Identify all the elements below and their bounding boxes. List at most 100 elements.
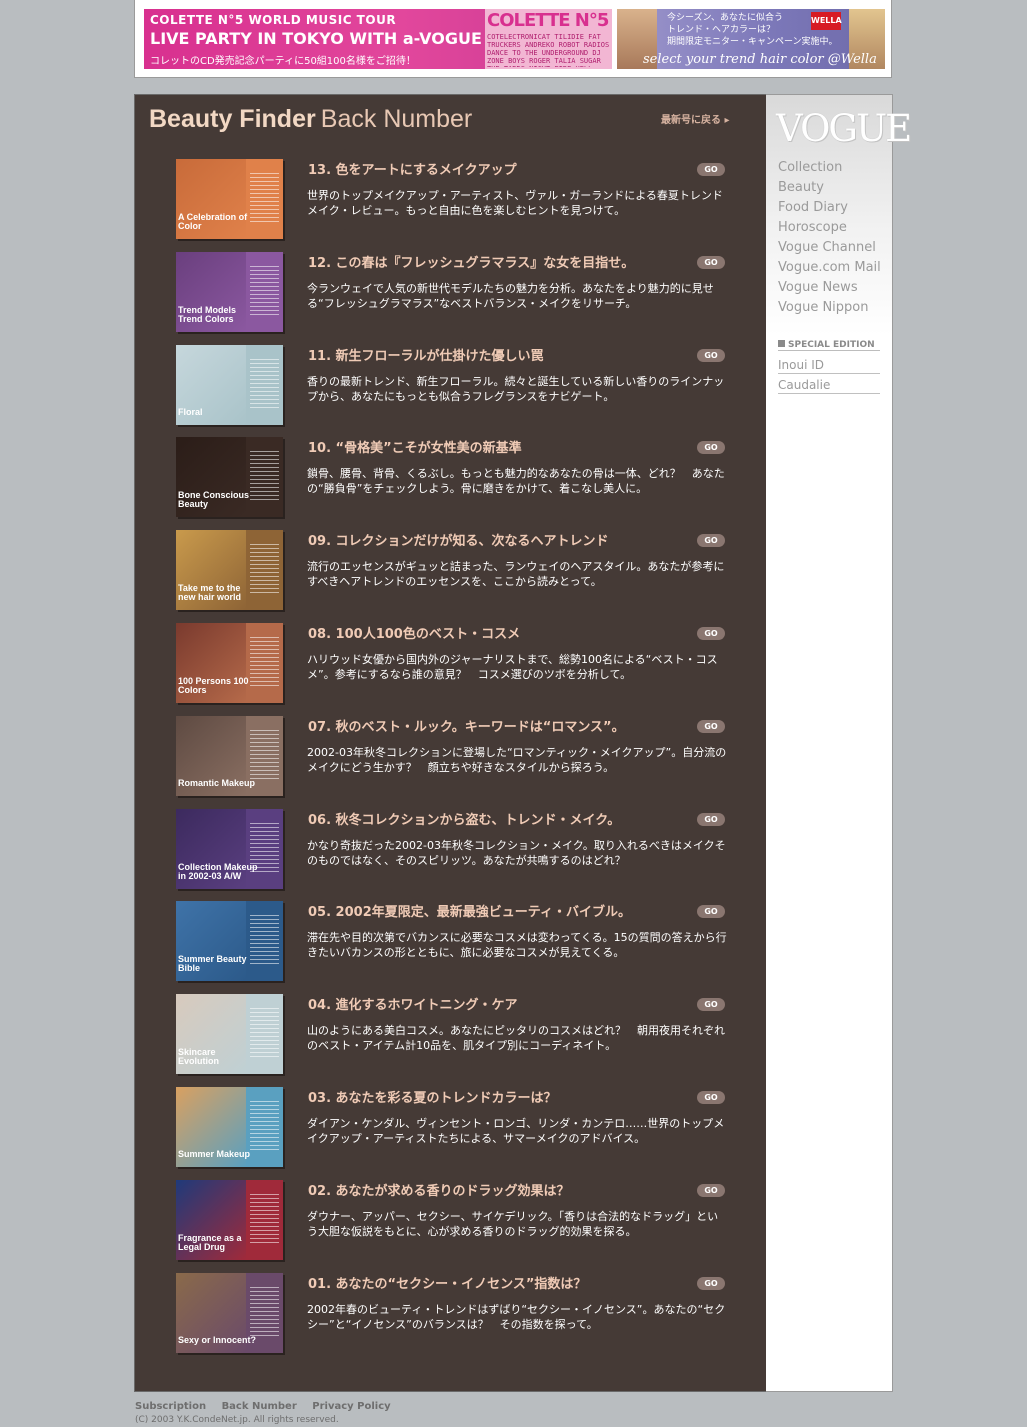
issue-title[interactable]: 01. あなたの“セクシー・イノセンス”指数は？ (308, 1273, 586, 1292)
colette-ad-banner[interactable]: COLETTE N°5 WORLD MUSIC TOUR LIVE PARTY … (144, 9, 612, 69)
footer-link-subscription[interactable]: Subscription (135, 1401, 206, 1412)
issue-thumbnail[interactable]: Sexy or Innocent? (176, 1273, 283, 1353)
issue-thumbnail[interactable]: Trend Models Trend Colors (176, 252, 283, 332)
go-button[interactable]: GO (697, 905, 725, 918)
issue-title[interactable]: 04. 進化するホワイトニング・ケア (308, 994, 518, 1013)
issue-thumbnail[interactable]: Skincare Evolution (176, 994, 283, 1074)
issue-description: 鎖骨、腰骨、背骨、くるぶし。もっとも魅力的なあなたの骨は一体、どれ？ あなたの“… (307, 467, 725, 495)
issue-thumbnail[interactable]: Fragrance as a Legal Drug (176, 1180, 283, 1260)
thumbnail-caption: A Celebration of Color (178, 212, 248, 231)
ad-line-2: LIVE PARTY IN TOKYO WITH a-VOGUE (150, 29, 482, 48)
issue-title[interactable]: 10. “骨格美”こそが女性美の新基準 (308, 437, 522, 456)
vogue-logo[interactable]: VOGUE (776, 107, 912, 150)
thumbnail-caption: Romantic Makeup (178, 778, 256, 788)
footer-link-privacy[interactable]: Privacy Policy (312, 1401, 390, 1412)
list-item: Summer Beauty Bible 05. 2002年夏限定、最新最強ビューテ… (135, 901, 766, 993)
sidebar-item-beauty[interactable]: Beauty (778, 180, 824, 195)
sidebar-item-collection[interactable]: Collection (778, 160, 842, 175)
thumbnail-text-lines (250, 730, 279, 780)
issue-description: かなり奇抜だった2002-03年秋冬コレクション・メイク。取り入れるべきはメイク… (307, 839, 726, 867)
sidebar-item-vogue-news[interactable]: Vogue News (778, 280, 858, 295)
thumbnail-caption: Floral (178, 407, 203, 417)
issue-thumbnail[interactable]: Take me to the new hair world (176, 530, 283, 610)
go-button[interactable]: GO (697, 441, 725, 454)
list-item: Skincare Evolution 04. 進化するホワイトニング・ケア GO 山の… (135, 994, 766, 1086)
sidebar-item-horoscope[interactable]: Horoscope (778, 220, 847, 235)
issue-title[interactable]: 03. あなたを彩る夏のトレンドカラーは？ (308, 1087, 557, 1106)
footer-link-back-number[interactable]: Back Number (222, 1401, 297, 1412)
issue-title[interactable]: 05. 2002年夏限定、最新最強ビューティ・バイブル。 (308, 901, 631, 920)
issue-title[interactable]: 06. 秋冬コレクションから盗む、トレンド・メイク。 (308, 809, 620, 828)
issue-thumbnail[interactable]: Bone Conscious Beauty (176, 437, 283, 517)
page-title-bold: Beauty Finder (149, 105, 316, 133)
sidebar-item-vogue-nippon[interactable]: Vogue Nippon (778, 300, 869, 315)
issue-thumbnail[interactable]: Summer Makeup (176, 1087, 283, 1167)
page-title-light: Back Number (320, 105, 473, 133)
issue-title[interactable]: 07. 秋のベスト・ルック。キーワードは“ロマンス”。 (308, 716, 625, 735)
issue-thumbnail[interactable]: Collection Makeup in 2002-03 A/W (176, 809, 283, 889)
sidebar-item-vogue-channel[interactable]: Vogue Channel (778, 240, 876, 255)
list-item: Trend Models Trend Colors 12. この春は『フレッシュグ… (135, 252, 766, 344)
list-item: 100 Persons 100 Colors 08. 100人100色のベスト・コ… (135, 623, 766, 715)
sidebar: VOGUE Collection Beauty Food Diary Horos… (766, 94, 912, 1392)
wella-ad-banner[interactable]: 今シーズン、あなたに似合う トレンド・ヘアカラーは？ 期間限定モニター・キャンペ… (617, 9, 885, 69)
list-item: Collection Makeup in 2002-03 A/W 06. 秋冬コレ… (135, 809, 766, 901)
sidebar-item-vogue-mail[interactable]: Vogue.com Mail (778, 260, 881, 275)
issue-thumbnail[interactable]: A Celebration of Color (176, 159, 283, 239)
thumbnail-caption: Take me to the new hair world (178, 583, 242, 602)
issue-thumbnail[interactable]: Summer Beauty Bible (176, 901, 283, 981)
go-button[interactable]: GO (697, 1184, 725, 1197)
go-button[interactable]: GO (697, 256, 725, 269)
go-button[interactable]: GO (697, 998, 725, 1011)
issue-title[interactable]: 11. 新生フローラルが仕掛けた優しい罠 (308, 345, 544, 364)
issue-description: ハリウッド女優から国内外のジャーナリストまで、総勢100名による“ベスト・コスメ… (307, 653, 718, 681)
issue-title[interactable]: 12. この春は『フレッシュグラマラス』な女を目指せ。 (308, 252, 634, 271)
issue-title[interactable]: 02. あなたが求める香りのドラッグ効果は？ (308, 1180, 570, 1199)
wella-tagline: select your trend hair color @Wella (643, 52, 877, 67)
issue-description: 2002年春のビューティ・トレンドはずばり“セクシー・イノセンス”。あなたの“セ… (307, 1303, 726, 1331)
issue-thumbnail[interactable]: Romantic Makeup (176, 716, 283, 796)
list-item: Take me to the new hair world 09. コレクションだ… (135, 530, 766, 622)
go-button[interactable]: GO (697, 720, 725, 733)
back-to-latest-link[interactable]: 最新号に戻る ▸ (661, 111, 730, 126)
issue-description: ダイアン・ケンダル、ヴィンセント・ロンゴ、リンダ・カンテロ……世界のトップメイク… (307, 1117, 725, 1145)
list-item: Floral 11. 新生フローラルが仕掛けた優しい罠 GO 香りの最新トレンド、新生… (135, 345, 766, 437)
list-item: Bone Conscious Beauty 10. “骨格美”こそが女性美の新基準… (135, 437, 766, 529)
go-button[interactable]: GO (697, 1277, 725, 1290)
special-item-inoui-id[interactable]: Inoui ID (778, 358, 880, 374)
go-button[interactable]: GO (697, 627, 725, 640)
go-button[interactable]: GO (697, 163, 725, 176)
sidebar-item-food-diary[interactable]: Food Diary (778, 200, 848, 215)
issue-description: ダウナー、アッパー、セクシー、サイケデリック。「香りは合法的なドラッグ」という大… (307, 1210, 719, 1238)
wella-ad-line-3: 期間限定モニター・キャンペーン実施中。 (667, 37, 838, 47)
thumbnail-caption: Trend Models Trend Colors (178, 305, 237, 324)
thumbnail-caption: Collection Makeup in 2002-03 A/W (178, 862, 258, 881)
ad-line-1: COLETTE N°5 WORLD MUSIC TOUR (150, 13, 397, 27)
go-button[interactable]: GO (697, 813, 725, 826)
thumbnail-text-lines (250, 1101, 279, 1151)
list-item: A Celebration of Color 13. 色をアートにするメイクアップ… (135, 159, 766, 251)
issue-title[interactable]: 13. 色をアートにするメイクアップ (308, 159, 517, 178)
square-bullet-icon (778, 340, 785, 347)
special-item-caudalie[interactable]: Caudalie (778, 378, 880, 394)
go-button[interactable]: GO (697, 349, 725, 362)
list-item: Romantic Makeup 07. 秋のベスト・ルック。キーワードは“ロマンス… (135, 716, 766, 808)
list-item: Sexy or Innocent? 01. あなたの“セクシー・イノセンス”指数は… (135, 1273, 766, 1365)
issue-thumbnail[interactable]: Floral (176, 345, 283, 425)
thumbnail-caption: 100 Persons 100 Colors (178, 676, 249, 695)
issue-title[interactable]: 08. 100人100色のベスト・コスメ (308, 623, 520, 642)
copyright: (C) 2003 Y.K.CondeNet.jp. All rights res… (135, 1415, 339, 1425)
issue-description: 香りの最新トレンド、新生フローラル。続々と誕生している新しい香りのラインナップか… (307, 375, 725, 403)
thumbnail-caption: Summer Makeup (178, 1149, 251, 1159)
top-banner: COLETTE N°5 WORLD MUSIC TOUR LIVE PARTY … (134, 0, 892, 78)
list-item: Fragrance as a Legal Drug 02. あなたが求める香りのド… (135, 1180, 766, 1272)
thumbnail-text-lines (250, 1287, 279, 1337)
go-button[interactable]: GO (697, 534, 725, 547)
issue-title[interactable]: 09. コレクションだけが知る、次なるヘアトレンド (308, 530, 609, 549)
thumbnail-caption: Bone Conscious Beauty (178, 490, 250, 509)
issue-description: 流行のエッセンスがギュッと詰まった、ランウェイのヘアスタイル。あなたが参考にすべ… (307, 560, 725, 588)
go-button[interactable]: GO (697, 1091, 725, 1104)
issue-thumbnail[interactable]: 100 Persons 100 Colors (176, 623, 283, 703)
wella-logo: WELLA (811, 12, 842, 30)
colette-brand-title: COLETTE N°5 (487, 10, 609, 31)
